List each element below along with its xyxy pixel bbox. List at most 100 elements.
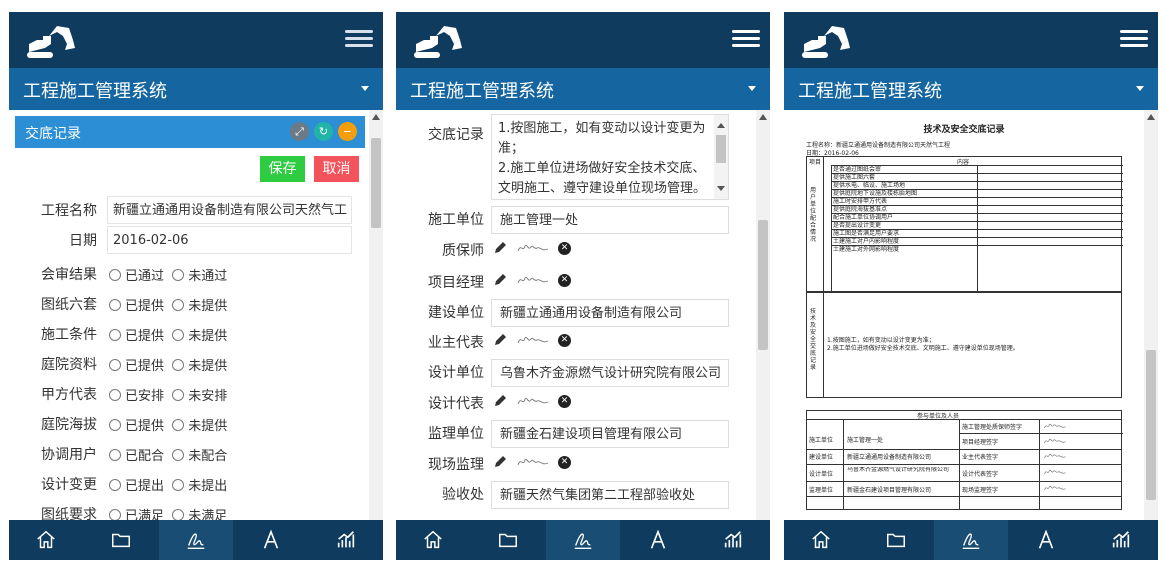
nav-folder[interactable] <box>84 520 159 560</box>
signature-image <box>517 276 549 284</box>
acceptance-input[interactable]: 新疆天然气集团第二工程部验收处 <box>491 481 729 509</box>
doc-item-text: 施工时安排甲方代表 <box>833 198 888 205</box>
record-textarea[interactable]: 1.按图施工，如有变动以设计变更为准； 2.施工单位进场做好安全技术交底、文明施… <box>491 114 729 200</box>
doc-item-text: 提供庭院海拔基准点 <box>833 206 888 213</box>
radio-option-no[interactable]: 未安排 <box>172 389 227 404</box>
participant-unit-label-4: 监理单位 <box>809 487 834 494</box>
pencil-icon[interactable] <box>492 454 508 470</box>
scrollbar[interactable] <box>756 110 770 520</box>
dropdown-caret-icon[interactable] <box>748 86 756 91</box>
project-name-input[interactable]: 新疆立通通用设备制造有限公司天然气工 <box>107 196 352 224</box>
hamburger-menu-icon[interactable] <box>732 26 760 52</box>
top-app-bar <box>9 12 383 68</box>
radio-options: 已提供 未提供 <box>109 295 227 314</box>
nav-font[interactable] <box>1008 520 1083 560</box>
doc-item-text: 施工图是否满足用户要求 <box>833 230 900 237</box>
radio-option-no[interactable]: 未提供 <box>172 419 227 434</box>
radio-option-yes-label: 已提出 <box>125 479 165 494</box>
build-unit-input[interactable]: 新疆立通通用设备制造有限公司 <box>491 299 729 327</box>
participant-role-4: 现场监理签字 <box>962 487 999 494</box>
pm-label: 项目经理 <box>428 275 484 291</box>
nav-home[interactable] <box>9 520 84 560</box>
textarea-scrollbar[interactable] <box>714 115 728 199</box>
nav-signature[interactable] <box>933 520 1009 560</box>
supervision-unit-input[interactable]: 新疆金石建设项目管理有限公司 <box>491 420 729 448</box>
radio-option-no[interactable]: 未配合 <box>172 449 227 464</box>
radio-circle-icon <box>109 299 121 311</box>
radio-row: 甲方代表 已安排 未安排 <box>9 380 369 410</box>
radio-option-no[interactable]: 未提供 <box>172 329 227 344</box>
radio-row: 庭院资料 已提供 未提供 <box>9 350 369 380</box>
disclosure-document: 技术及安全交底记录 工程名称：新疆立通通用设备制造有限公司天然气工程 日期：20… <box>804 110 1124 520</box>
radio-row-label: 设计变更 <box>41 477 97 493</box>
radio-option-yes[interactable]: 已配合 <box>109 449 164 464</box>
hamburger-menu-icon[interactable] <box>1120 26 1148 52</box>
radio-option-yes[interactable]: 已提供 <box>109 299 164 314</box>
radio-option-yes[interactable]: 已提供 <box>109 419 164 434</box>
radio-option-no[interactable]: 未提供 <box>172 359 227 374</box>
scrollbar[interactable] <box>1144 110 1158 520</box>
nav-signature[interactable] <box>545 520 621 560</box>
dropdown-caret-icon[interactable] <box>1136 86 1144 91</box>
pencil-icon[interactable] <box>492 272 508 288</box>
nav-home[interactable] <box>396 520 471 560</box>
radio-option-yes[interactable]: 已提出 <box>109 479 164 494</box>
remove-signature-icon[interactable]: ✕ <box>558 273 571 287</box>
dropdown-caret-icon[interactable] <box>361 86 369 91</box>
nav-signature[interactable] <box>158 520 234 560</box>
remove-signature-icon[interactable]: ✕ <box>558 333 571 347</box>
scrollbar[interactable] <box>369 110 383 520</box>
radio-option-no[interactable]: 未提出 <box>172 479 227 494</box>
phone-screen-document: 工程施工管理系统 技术及安全交底记录 工程名称：新疆立通通用设备制造有限公司天然… <box>784 12 1158 560</box>
radio-options: 已提供 未提供 <box>109 325 227 344</box>
minus-icon[interactable]: − <box>338 122 357 141</box>
date-input[interactable]: 2016-02-06 <box>107 226 352 254</box>
radio-circle-icon <box>109 389 121 401</box>
nav-chart[interactable] <box>695 520 770 560</box>
remove-signature-icon[interactable]: ✕ <box>558 455 571 469</box>
radio-option-yes[interactable]: 已提供 <box>109 329 164 344</box>
radio-options: 已安排 未安排 <box>109 385 227 404</box>
radio-option-yes-label: 已满足 <box>125 509 165 520</box>
cancel-button[interactable]: 取消 <box>314 156 359 182</box>
warranty-label: 质保师 <box>442 243 484 259</box>
pencil-icon[interactable] <box>492 332 508 348</box>
record-text: 1.按图施工，如有变动以设计变更为准； 2.施工单位进场做好安全技术交底、文明施… <box>498 121 707 196</box>
radio-option-no-label: 未提出 <box>188 479 228 494</box>
refresh-icon[interactable]: ↻ <box>314 122 333 141</box>
radio-option-yes-label: 已安排 <box>125 389 165 404</box>
pencil-icon[interactable] <box>492 393 508 409</box>
radio-option-no[interactable]: 未满足 <box>172 509 227 520</box>
font-icon <box>263 529 278 549</box>
nav-chart[interactable] <box>308 520 383 560</box>
doc-item-text: 提供庭院地下设施及楼栋胎地图 <box>833 190 918 197</box>
radio-option-no[interactable]: 未通过 <box>172 269 227 284</box>
font-icon <box>1038 529 1053 549</box>
nav-font[interactable] <box>620 520 695 560</box>
doc-item-row: 施工图是否满足用户要求 <box>831 229 1123 237</box>
doc-item-text: 是否提出设计变更 <box>833 222 882 229</box>
nav-font[interactable] <box>233 520 308 560</box>
radio-option-yes[interactable]: 已满足 <box>109 509 164 520</box>
remove-signature-icon[interactable]: ✕ <box>558 241 571 255</box>
radio-row: 设计变更 已提出 未提出 <box>9 470 369 500</box>
nav-home[interactable] <box>784 520 859 560</box>
radio-option-yes[interactable]: 已通过 <box>109 269 164 284</box>
radio-option-no[interactable]: 未提供 <box>172 299 227 314</box>
construction-unit-input[interactable]: 施工管理一处 <box>491 206 729 234</box>
remove-signature-icon[interactable]: ✕ <box>558 394 571 408</box>
radio-option-yes[interactable]: 已安排 <box>109 389 164 404</box>
expand-icon[interactable]: ⤢ <box>290 122 309 141</box>
radio-option-yes[interactable]: 已提供 <box>109 359 164 374</box>
nav-folder[interactable] <box>471 520 546 560</box>
signature-image <box>517 458 549 466</box>
nav-chart[interactable] <box>1083 520 1158 560</box>
pm-signature: ✕ <box>492 272 571 288</box>
save-button[interactable]: 保存 <box>260 156 305 182</box>
nav-folder[interactable] <box>859 520 934 560</box>
design-unit-input[interactable]: 乌鲁木齐金源燃气设计研究院有限公司 <box>491 359 729 387</box>
hamburger-menu-icon[interactable] <box>345 26 373 52</box>
signature-image <box>517 336 549 344</box>
font-icon <box>650 529 665 549</box>
pencil-icon[interactable] <box>492 240 508 256</box>
